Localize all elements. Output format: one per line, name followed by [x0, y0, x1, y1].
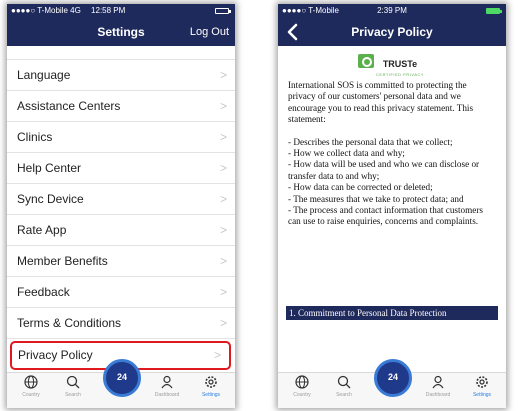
- tab-label: Country: [22, 392, 40, 398]
- chevron-right-icon: >: [219, 223, 227, 237]
- settings-item-label: Rate App: [17, 223, 67, 237]
- settings-item-terms-conditions[interactable]: Terms & Conditions >: [7, 308, 235, 339]
- chevron-right-icon: >: [219, 130, 227, 144]
- tab-country[interactable]: Country: [282, 375, 322, 398]
- chevron-right-icon: >: [219, 192, 227, 206]
- battery-icon: [486, 8, 502, 14]
- tab-settings[interactable]: Settings: [462, 375, 502, 398]
- settings-item-rate-app[interactable]: Rate App >: [7, 215, 235, 246]
- settings-item-label: Language: [17, 68, 71, 82]
- truste-logo: TRUSTe CERTIFIED PRIVACY: [358, 54, 424, 77]
- phone-24-icon: 24: [116, 372, 127, 382]
- tab-bar: Country Search 24 Dashboard Settings: [7, 359, 235, 408]
- list-item-partial: [7, 46, 235, 60]
- settings-item-language[interactable]: Language >: [7, 60, 235, 91]
- tab-label: Dashboard: [425, 392, 451, 398]
- privacy-policy-screen: ●●●●○ T-Mobile 2:39 PM Privacy Policy TR…: [278, 4, 506, 408]
- carrier-signal: ●●●●○ T-Mobile 4G 12:58 PM: [11, 6, 126, 15]
- settings-item-help-center[interactable]: Help Center >: [7, 153, 235, 184]
- tab-dashboard[interactable]: Dashboard: [418, 375, 458, 398]
- policy-list-item: - Describes the personal data that we co…: [288, 136, 453, 147]
- settings-list: Language > Assistance Centers > Clinics …: [7, 46, 235, 372]
- policy-list-item: - The measures that we take to protect d…: [288, 193, 464, 204]
- status-time: 12:58 PM: [91, 6, 126, 15]
- policy-list-item: - How data can be corrected or deleted;: [288, 182, 433, 193]
- battery-icon: [215, 8, 231, 14]
- settings-item-label: Member Benefits: [17, 254, 108, 268]
- settings-item-label: Privacy Policy: [18, 348, 93, 362]
- gear-icon: [205, 376, 217, 388]
- settings-item-label: Help Center: [17, 161, 82, 175]
- search-icon: [337, 375, 351, 389]
- settings-item-feedback[interactable]: Feedback >: [7, 277, 235, 308]
- settings-item-label: Terms & Conditions: [17, 316, 122, 330]
- chevron-right-icon: >: [219, 68, 227, 82]
- truste-tagline: CERTIFIED PRIVACY: [376, 72, 424, 77]
- person-icon: [432, 375, 444, 389]
- call-24-button[interactable]: 24: [374, 359, 412, 397]
- chevron-right-icon: >: [219, 161, 227, 175]
- policy-list-item: - The process and contact information th…: [288, 205, 484, 227]
- globe-icon: [24, 375, 38, 389]
- search-icon: [66, 375, 80, 389]
- page-title: Privacy Policy: [351, 25, 433, 39]
- settings-screen: ●●●●○ T-Mobile 4G 12:58 PM Settings Log …: [7, 4, 235, 408]
- settings-item-label: Clinics: [17, 130, 53, 144]
- tab-country[interactable]: Country: [11, 375, 51, 398]
- policy-list-item: - How we collect data and why;: [288, 148, 405, 159]
- gear-icon: [476, 376, 488, 388]
- logout-button[interactable]: Log Out: [190, 26, 229, 38]
- chevron-right-icon: >: [219, 316, 227, 330]
- settings-item-member-benefits[interactable]: Member Benefits >: [7, 246, 235, 277]
- policy-text: International SOS is committed to protec…: [288, 80, 494, 228]
- settings-item-label: Feedback: [17, 285, 70, 299]
- tab-settings[interactable]: Settings: [191, 375, 231, 398]
- status-bar: ●●●●○ T-Mobile 2:39 PM: [278, 4, 506, 18]
- truste-badge: TRUSTe CERTIFIED PRIVACY: [288, 54, 494, 77]
- tab-search[interactable]: Search: [324, 375, 364, 398]
- chevron-right-icon: >: [213, 348, 221, 362]
- person-icon: [161, 375, 173, 389]
- tab-label: Country: [293, 392, 311, 398]
- globe-icon: [295, 375, 309, 389]
- settings-item-label: Assistance Centers: [17, 99, 121, 113]
- settings-item-sync-device[interactable]: Sync Device >: [7, 184, 235, 215]
- status-time: 2:39 PM: [377, 6, 407, 15]
- call-24-button[interactable]: 24: [103, 359, 141, 397]
- tab-label: Settings: [201, 392, 221, 398]
- policy-list-item: - How data will be used and who we can d…: [288, 159, 480, 181]
- tab-label: Search: [336, 392, 352, 398]
- policy-paragraph: International SOS is committed to protec…: [288, 80, 474, 125]
- chevron-right-icon: >: [219, 285, 227, 299]
- status-bar: ●●●●○ T-Mobile 4G 12:58 PM: [7, 4, 235, 18]
- chevron-right-icon: >: [219, 99, 227, 113]
- settings-item-label: Sync Device: [17, 192, 84, 206]
- tab-label: Dashboard: [154, 392, 180, 398]
- tab-dashboard[interactable]: Dashboard: [147, 375, 187, 398]
- settings-item-assistance-centers[interactable]: Assistance Centers >: [7, 91, 235, 122]
- tab-bar: Country Search 24 Dashboard Settings: [278, 359, 506, 408]
- settings-item-clinics[interactable]: Clinics >: [7, 122, 235, 153]
- truste-mark-icon: [358, 54, 375, 68]
- nav-bar: Privacy Policy: [278, 18, 506, 46]
- phone-24-icon: 24: [387, 372, 398, 382]
- section-heading: 1. Commitment to Personal Data Protectio…: [286, 306, 498, 320]
- tab-label: Search: [65, 392, 81, 398]
- tab-label: Settings: [472, 392, 492, 398]
- policy-content[interactable]: TRUSTe CERTIFIED PRIVACY International S…: [278, 46, 506, 372]
- chevron-right-icon: >: [219, 254, 227, 268]
- truste-name: TRUSTe: [382, 59, 418, 69]
- tab-search[interactable]: Search: [53, 375, 93, 398]
- nav-bar: Settings Log Out: [7, 18, 235, 46]
